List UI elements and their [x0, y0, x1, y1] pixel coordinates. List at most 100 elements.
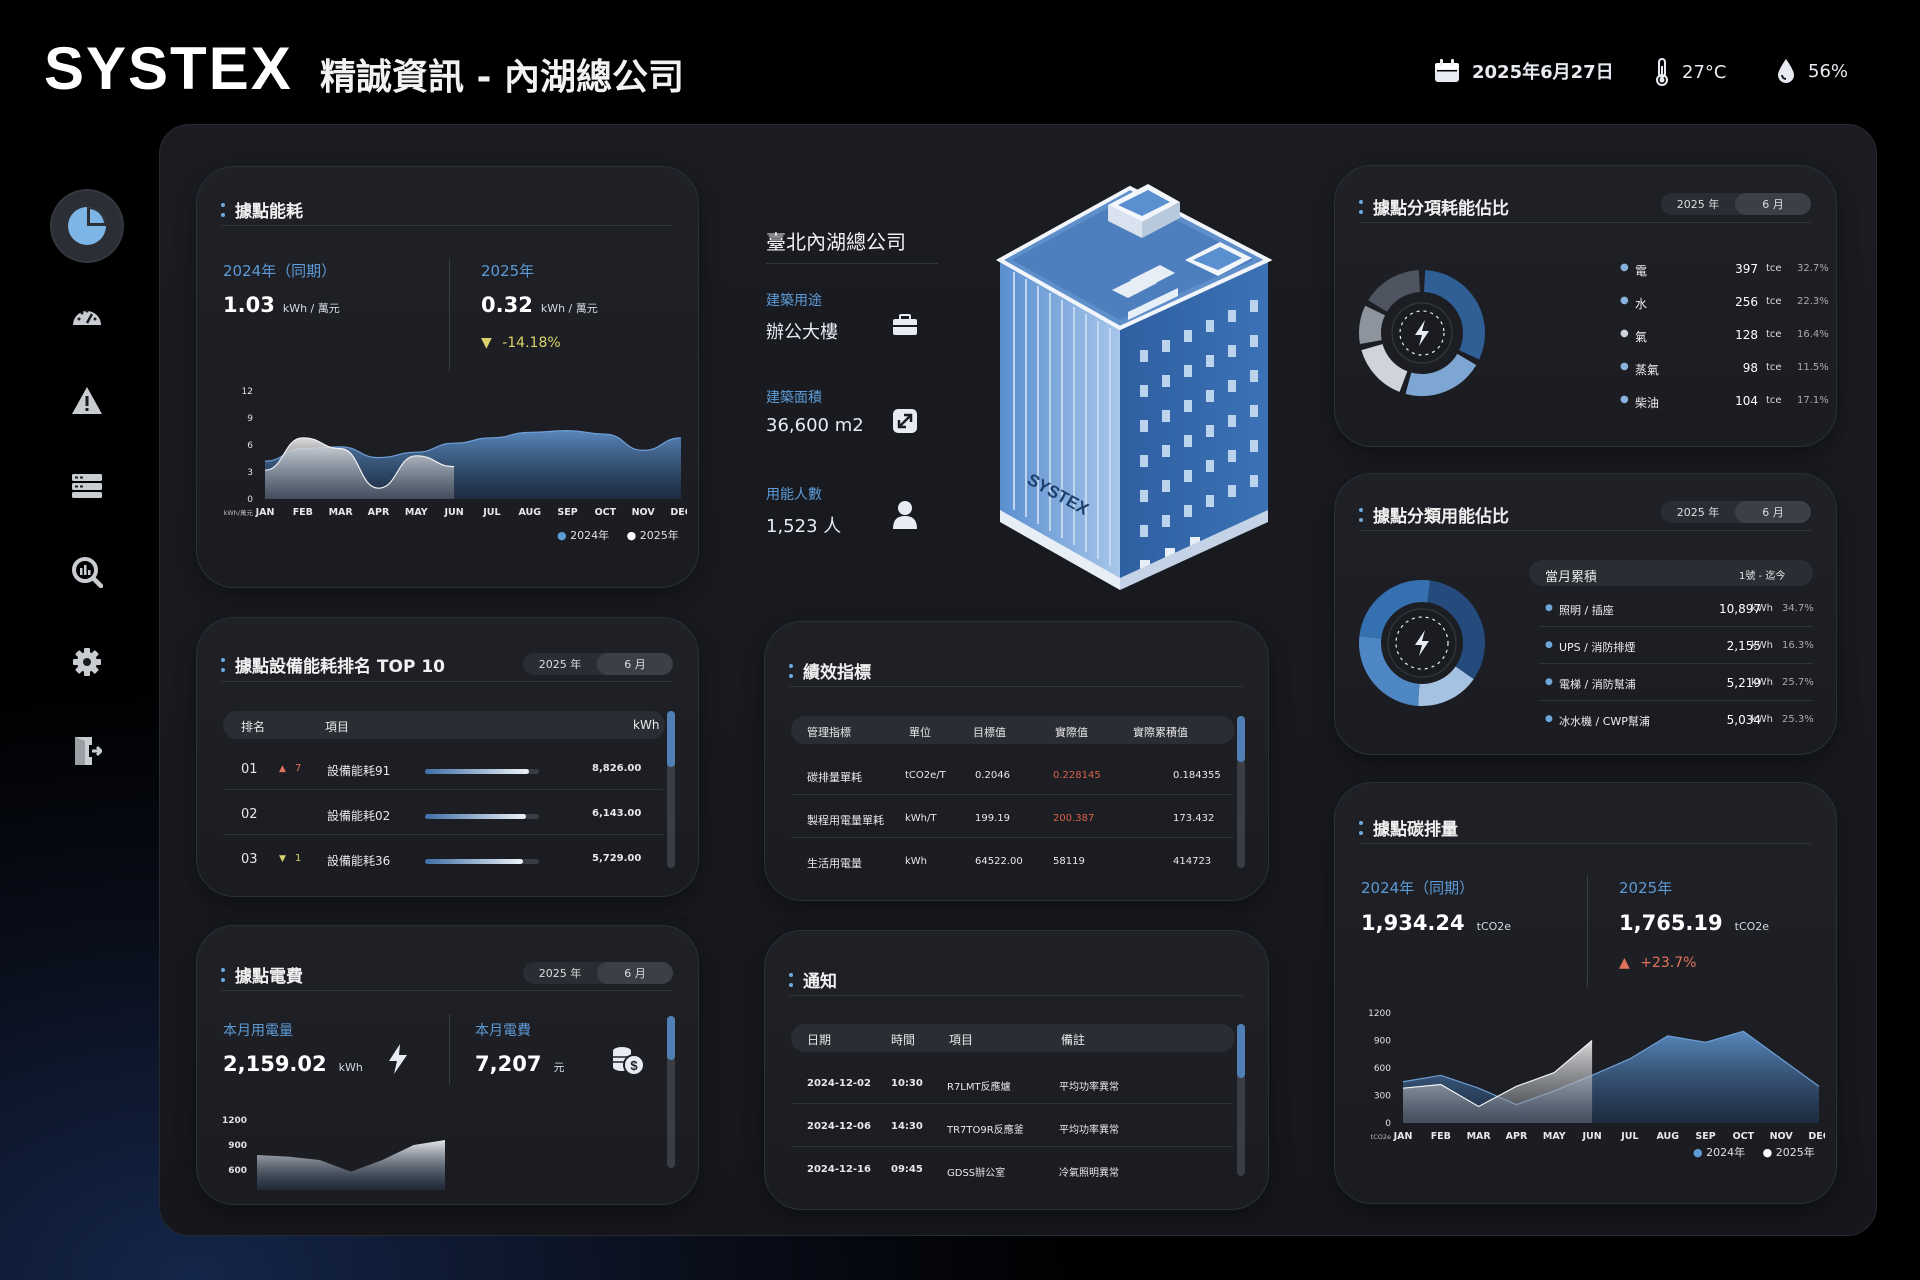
- sidebar-gauge-button[interactable]: [52, 281, 122, 351]
- rank-delta: 7: [295, 763, 302, 774]
- row-divider: [791, 1146, 1233, 1147]
- carbon-prev-value: 1,934.24 tCO2e: [1361, 911, 1512, 935]
- energy-cur-value: 0.32 kWh / 萬元: [481, 293, 598, 317]
- y-tick-label: 900: [1374, 1037, 1391, 1047]
- sidebar-server-button[interactable]: [52, 451, 122, 521]
- kpi-cumulative: 173.432: [1173, 813, 1215, 824]
- sidebar-settings-button[interactable]: [52, 627, 122, 697]
- legend-pct: 32.7%: [1797, 263, 1829, 274]
- droplet-icon: [1778, 59, 1794, 83]
- y-tick-label: 6: [247, 441, 253, 451]
- kpi-name: 生活用電量: [807, 857, 862, 870]
- y-tick-label: 300: [1374, 1092, 1391, 1102]
- kpi-cumulative: 0.184355: [1173, 770, 1221, 781]
- legend-dot: ●: [1620, 394, 1629, 405]
- calendar-icon: [1435, 59, 1459, 82]
- y-tick-label: 900: [228, 1141, 247, 1151]
- x-tick-label: JAN: [1393, 1131, 1413, 1142]
- carbon-panel: 據點碳排量 2024年（同期） 1,934.24 tCO2e 2025年 1,76…: [1334, 782, 1837, 1204]
- legend-dot: ●: [1545, 677, 1553, 687]
- kpi-title: 績效指標: [789, 658, 871, 683]
- notice-note: 平均功率異常: [1059, 1082, 1119, 1093]
- y-unit-label: tCO2e: [1371, 1133, 1391, 1141]
- energy-prev-label: 2024年（同期）: [223, 262, 337, 280]
- legend-unit: kWh: [1751, 640, 1774, 651]
- donut-slice: [1359, 305, 1386, 345]
- electricity-panel: 據點電費 2025 年6 月 本月用電量 2,159.02 kWh 本月電費 7,…: [196, 925, 699, 1205]
- x-tick-label: JUN: [443, 507, 463, 518]
- legend-dot: ●: [1545, 714, 1553, 724]
- energy-prev-value: 1.03 kWh / 萬元: [223, 293, 340, 317]
- row-divider: [791, 837, 1233, 838]
- row-divider: [1539, 663, 1813, 664]
- donut-slice: [1368, 270, 1421, 313]
- kpi-panel: 績效指標 管理指標 單位 目標值 實際值 實際累積值 碳排量單耗 tCO2e/T 0…: [764, 621, 1269, 901]
- donut-slice: [1405, 353, 1477, 396]
- legend-pct: 34.7%: [1782, 603, 1814, 614]
- temperature-display: 27°C: [1654, 58, 1726, 86]
- legend-unit: kWh: [1751, 603, 1774, 614]
- ranking-period-selector[interactable]: 2025 年6 月: [523, 653, 673, 675]
- rank-value: 8,826.00: [592, 763, 642, 774]
- x-tick-label: JUN: [1581, 1131, 1601, 1142]
- legend-dot: ●: [1545, 640, 1553, 650]
- legend-value: 256: [1735, 295, 1758, 309]
- energy-panel: 據點能耗 2024年（同期） 1.03 kWh / 萬元 2025年 0.32 kW…: [196, 166, 699, 588]
- share-period-selector[interactable]: 2025 年6 月: [1661, 193, 1811, 215]
- svg-text:$: $: [630, 1058, 638, 1073]
- date-display: 2025年6月27日: [1434, 58, 1614, 84]
- building-area-label: 建築面積: [766, 390, 822, 406]
- notice-scrollbar[interactable]: [1237, 1024, 1245, 1176]
- legend-name: 電梯 / 消防幫浦: [1559, 678, 1636, 691]
- carbon-title: 據點碳排量: [1359, 815, 1458, 840]
- pie-chart-icon: [68, 207, 106, 245]
- legend-name: UPS / 消防排煙: [1559, 641, 1636, 654]
- legend-value: 128: [1735, 328, 1758, 342]
- ranking-scrollbar[interactable]: [667, 711, 675, 868]
- legend-unit: kWh: [1751, 714, 1774, 725]
- category-period-selector[interactable]: 2025 年6 月: [1661, 501, 1811, 523]
- rank-item-name: 設備能耗36: [327, 854, 391, 868]
- notice-time: 14:30: [891, 1121, 923, 1132]
- sidebar-logout-button[interactable]: [52, 716, 122, 786]
- category-sub-header: 當月累積 1號 - 迄今: [1529, 560, 1813, 586]
- carbon-cur-value: 1,765.19 tCO2e: [1619, 911, 1770, 935]
- legend-pct: 25.7%: [1782, 677, 1814, 688]
- building-illustration: SYSTEX: [995, 184, 1273, 590]
- y-tick-label: 600: [228, 1166, 247, 1176]
- sidebar-analysis-button[interactable]: [52, 537, 122, 607]
- sidebar-alert-button[interactable]: [52, 366, 122, 436]
- kpi-scrollbar[interactable]: [1237, 716, 1245, 868]
- x-tick-label: MAY: [405, 507, 428, 518]
- legend-value: 104: [1735, 394, 1758, 408]
- row-divider: [223, 789, 663, 790]
- coins-icon: $: [613, 1047, 645, 1076]
- legend-name: 柴油: [1635, 396, 1660, 410]
- electricity-period-selector[interactable]: 2025 年6 月: [523, 962, 673, 984]
- notice-table-header: 日期 時間 項目 備註: [791, 1024, 1235, 1052]
- energy-change: ▼ -14.18%: [481, 335, 561, 351]
- row-divider: [223, 834, 663, 835]
- y-tick-label: 600: [1374, 1064, 1391, 1074]
- legend-name: 水: [1635, 297, 1648, 311]
- notice-date: 2024-12-16: [807, 1164, 871, 1175]
- x-tick-label: SEP: [1695, 1131, 1715, 1142]
- legend-dot: ●: [1620, 295, 1629, 306]
- electricity-scrollbar[interactable]: [667, 1016, 675, 1168]
- legend-pct: 11.5%: [1797, 362, 1829, 373]
- share-panel: 據點分項耗能佔比 2025 年6 月 ● 電 397 tce 32.7% ● 水 256 tce…: [1334, 165, 1837, 447]
- legend-unit: tce: [1766, 296, 1782, 307]
- date-text: 2025年6月27日: [1472, 62, 1614, 83]
- rank-value: 5,729.00: [592, 853, 642, 864]
- kpi-table-header: 管理指標 單位 目標值 實際值 實際累積值: [791, 716, 1235, 744]
- x-tick-label: NOV: [632, 507, 656, 518]
- sidebar-dashboard-button[interactable]: [52, 191, 122, 261]
- x-tick-label: OCT: [595, 507, 617, 518]
- rank-bar-fill: [425, 769, 529, 774]
- notice-item: GDSS辦公室: [947, 1168, 1006, 1179]
- x-tick-label: MAY: [1543, 1131, 1566, 1142]
- temperature-text: 27°C: [1682, 61, 1727, 83]
- share-donut-chart: [1359, 270, 1485, 396]
- row-divider: [1539, 700, 1813, 701]
- legend-pct: 25.3%: [1782, 714, 1814, 725]
